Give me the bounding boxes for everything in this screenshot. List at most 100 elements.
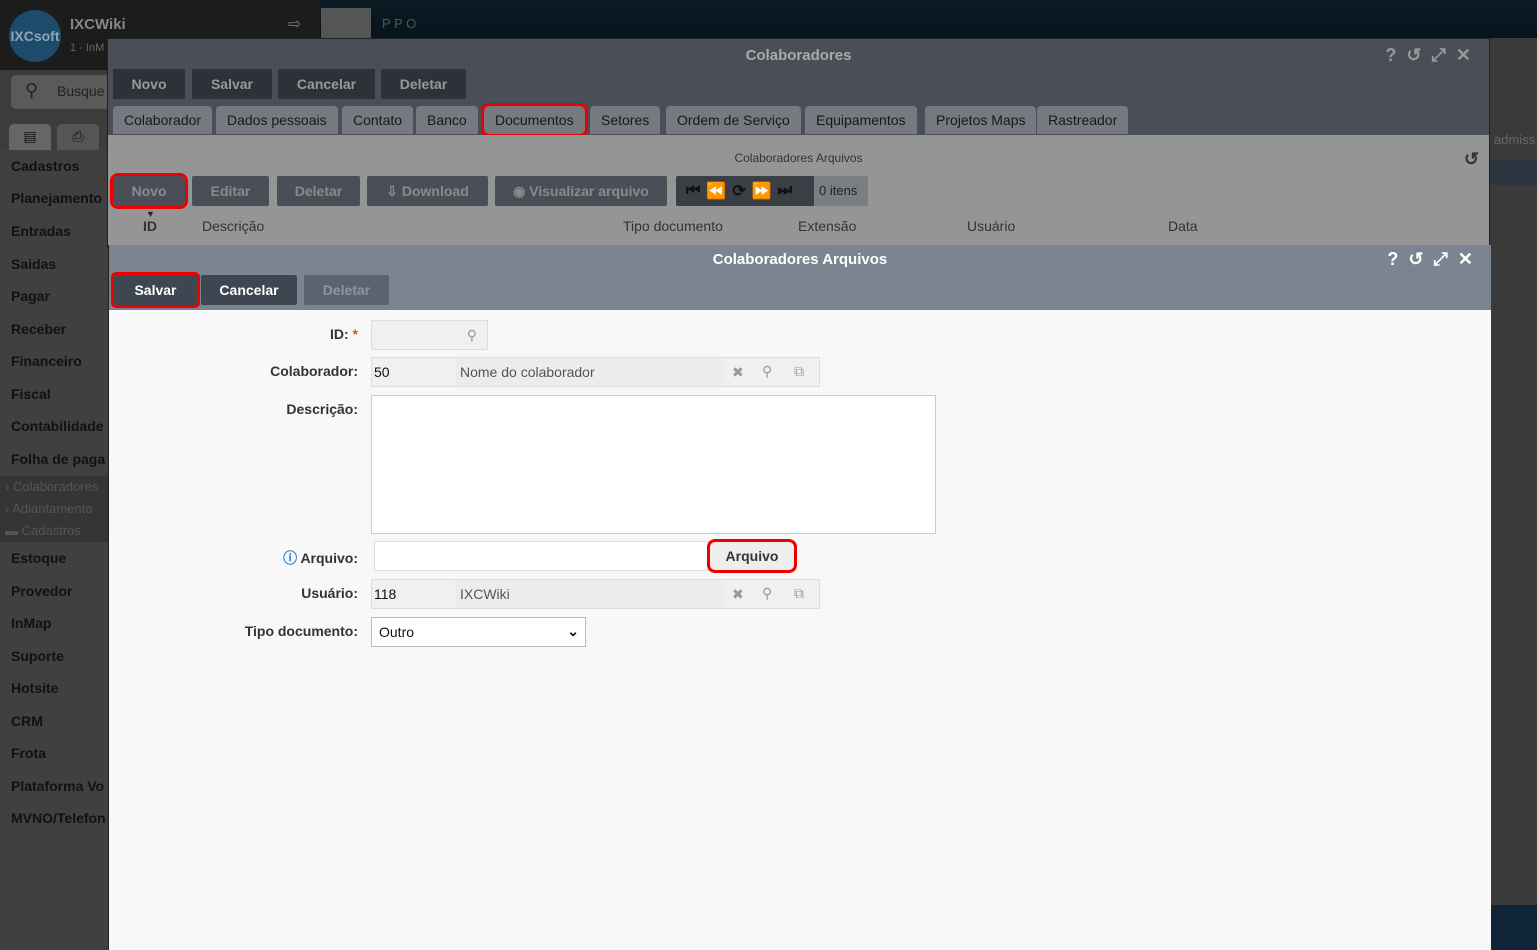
- history-icon[interactable]: ↺: [1408, 249, 1433, 269]
- column-descricao[interactable]: Descrição: [202, 218, 264, 234]
- subitem-label: Colaboradores: [12, 479, 99, 494]
- help-icon[interactable]: ?: [1387, 249, 1408, 269]
- sidebar-item[interactable]: Estoque: [11, 550, 66, 566]
- arquivo-field[interactable]: [374, 541, 709, 571]
- descricao-textarea[interactable]: [371, 395, 936, 534]
- maximize-icon[interactable]: ⤢: [1432, 45, 1456, 65]
- sidebar-item[interactable]: CRM: [11, 713, 43, 729]
- column-id[interactable]: ID: [143, 218, 157, 234]
- tab-projetos-maps[interactable]: Projetos Maps: [925, 106, 1037, 134]
- window-controls[interactable]: ?↺⤢✕: [1387, 249, 1483, 270]
- download-label: Download: [401, 183, 469, 199]
- id-field[interactable]: ⚲: [371, 320, 488, 350]
- deletar-button[interactable]: Deletar: [381, 69, 466, 99]
- search-placeholder: Busque: [57, 83, 105, 99]
- sidebar-item[interactable]: Financeiro: [11, 353, 82, 369]
- history-icon[interactable]: ↺: [1406, 45, 1431, 65]
- column-extensao[interactable]: Extensão: [798, 218, 856, 234]
- cancelar-button[interactable]: Cancelar: [201, 275, 297, 305]
- deletar-button[interactable]: Deletar: [304, 275, 389, 305]
- tab-setores[interactable]: Setores: [590, 106, 661, 134]
- sidebar-item[interactable]: Pagar: [11, 288, 50, 304]
- item-count: 0 itens: [814, 176, 868, 206]
- sidebar-item[interactable]: Suporte: [11, 648, 64, 664]
- column-data[interactable]: Data: [1168, 218, 1198, 234]
- clear-icon[interactable]: ✖: [732, 364, 744, 381]
- next-page-icon[interactable]: ⏩: [746, 181, 772, 201]
- grid-deletar-button[interactable]: Deletar: [277, 176, 360, 206]
- cancelar-button[interactable]: Cancelar: [278, 69, 375, 99]
- column-usuario[interactable]: Usuário: [967, 218, 1015, 234]
- help-icon[interactable]: ?: [1385, 45, 1406, 65]
- first-page-icon[interactable]: ⏮: [676, 182, 700, 200]
- print-tab-icon[interactable]: ⎙: [57, 124, 99, 150]
- last-page-icon[interactable]: ⏭: [772, 182, 792, 200]
- colaboradores-window: Colaboradores ?↺⤢✕ Novo Salvar Cancelar …: [107, 38, 1490, 249]
- colaboradores-arquivos-window: Colaboradores Arquivos ?↺⤢✕ Salvar Cance…: [108, 245, 1491, 950]
- grid-download-button[interactable]: ⇩ Download: [367, 176, 488, 206]
- sidebar-subitem[interactable]: › Adiantamento: [0, 498, 110, 520]
- grid-novo-button[interactable]: Novo: [110, 173, 188, 209]
- sidebar-item[interactable]: Entradas: [11, 223, 71, 239]
- tab-dados-pessoais[interactable]: Dados pessoais: [216, 106, 338, 134]
- close-icon[interactable]: ✕: [1458, 249, 1483, 269]
- open-external-icon[interactable]: ⧉: [794, 363, 804, 380]
- sidebar-item[interactable]: MVNO/Telefon: [11, 810, 106, 826]
- search-icon[interactable]: ⚲: [467, 327, 477, 344]
- sidebar-subitem[interactable]: ▬ Cadastros: [0, 520, 110, 542]
- history-icon[interactable]: ↺: [1464, 149, 1479, 170]
- close-icon[interactable]: ✕: [1456, 45, 1481, 65]
- sidebar-item[interactable]: Hotsite: [11, 680, 58, 696]
- search-icon[interactable]: ⚲: [762, 363, 772, 380]
- grid-editar-button[interactable]: Editar: [192, 176, 269, 206]
- sidebar-item[interactable]: Cadastros: [11, 158, 79, 174]
- documents-grid: Colaboradores Arquivos ↺ Novo Editar Del…: [108, 135, 1489, 249]
- open-external-icon[interactable]: ⧉: [794, 585, 804, 602]
- window-title: Colaboradores Arquivos: [712, 251, 888, 268]
- tipo-documento-select[interactable]: Outro ⌄: [371, 617, 586, 647]
- maximize-icon[interactable]: ⤢: [1434, 249, 1458, 269]
- usuario-field[interactable]: 118 IXCWiki ✖ ⚲ ⧉: [371, 579, 820, 609]
- tab-rastreador[interactable]: Rastreador: [1037, 106, 1129, 134]
- usuario-id[interactable]: 118: [374, 586, 396, 602]
- salvar-button[interactable]: Salvar: [192, 69, 272, 99]
- column-tipo[interactable]: Tipo documento: [623, 218, 723, 234]
- sidebar-item[interactable]: Folha de paga: [11, 451, 105, 467]
- tab-equipamentos[interactable]: Equipamentos: [805, 106, 917, 134]
- tab-contato[interactable]: Contato: [342, 106, 414, 134]
- tab-ordem-de-serviço[interactable]: Ordem de Serviço: [666, 106, 801, 134]
- behind-user: admiss: [1494, 132, 1536, 147]
- sidebar-subitem[interactable]: › Colaboradores: [0, 476, 110, 498]
- sidebar-item[interactable]: Provedor: [11, 583, 72, 599]
- novo-button[interactable]: Novo: [113, 69, 185, 99]
- tab-banco[interactable]: Banco: [416, 106, 478, 134]
- pagination: ⏮ ⏪ ⟳ ⏩ ⏭ 0 itens: [676, 176, 868, 206]
- tab-documentos[interactable]: Documentos: [481, 103, 588, 137]
- refresh-icon[interactable]: ⟳: [726, 181, 745, 201]
- clear-icon[interactable]: ✖: [732, 586, 744, 603]
- arquivo-label: ⓘ Arquivo:: [283, 550, 358, 566]
- sidebar-item[interactable]: Receber: [11, 321, 66, 337]
- colaborador-id[interactable]: 50: [374, 364, 390, 380]
- sidebar-item[interactable]: Frota: [11, 745, 46, 761]
- arquivo-button[interactable]: Arquivo: [707, 539, 797, 573]
- sidebar-item[interactable]: InMap: [11, 615, 51, 631]
- tab-colaborador[interactable]: Colaborador: [113, 106, 213, 134]
- sidebar-item[interactable]: Plataforma Vo: [11, 778, 104, 794]
- colaborador-field[interactable]: 50 Nome do colaborador ✖ ⚲ ⧉: [371, 357, 820, 387]
- search-icon: ⚲: [25, 80, 39, 100]
- chevron-down-icon: ⌄: [567, 623, 579, 639]
- logout-icon[interactable]: ⇨: [288, 14, 301, 34]
- sidebar-item[interactable]: Saidas: [11, 256, 56, 272]
- behind-title: P P O: [382, 16, 417, 31]
- search-icon[interactable]: ⚲: [762, 585, 772, 602]
- window-controls[interactable]: ?↺⤢✕: [1385, 45, 1481, 66]
- sidebar-item[interactable]: Fiscal: [11, 386, 51, 402]
- sidebar-item[interactable]: Planejamento: [11, 190, 102, 206]
- salvar-button[interactable]: Salvar: [111, 272, 200, 308]
- sidebar-item[interactable]: Contabilidade: [11, 418, 104, 434]
- tab-thumb: [321, 8, 371, 38]
- menu-tab-icon[interactable]: ▤: [9, 124, 51, 150]
- grid-view-file-button[interactable]: ◉ Visualizar arquivo: [495, 176, 667, 206]
- prev-page-icon[interactable]: ⏪: [700, 181, 726, 201]
